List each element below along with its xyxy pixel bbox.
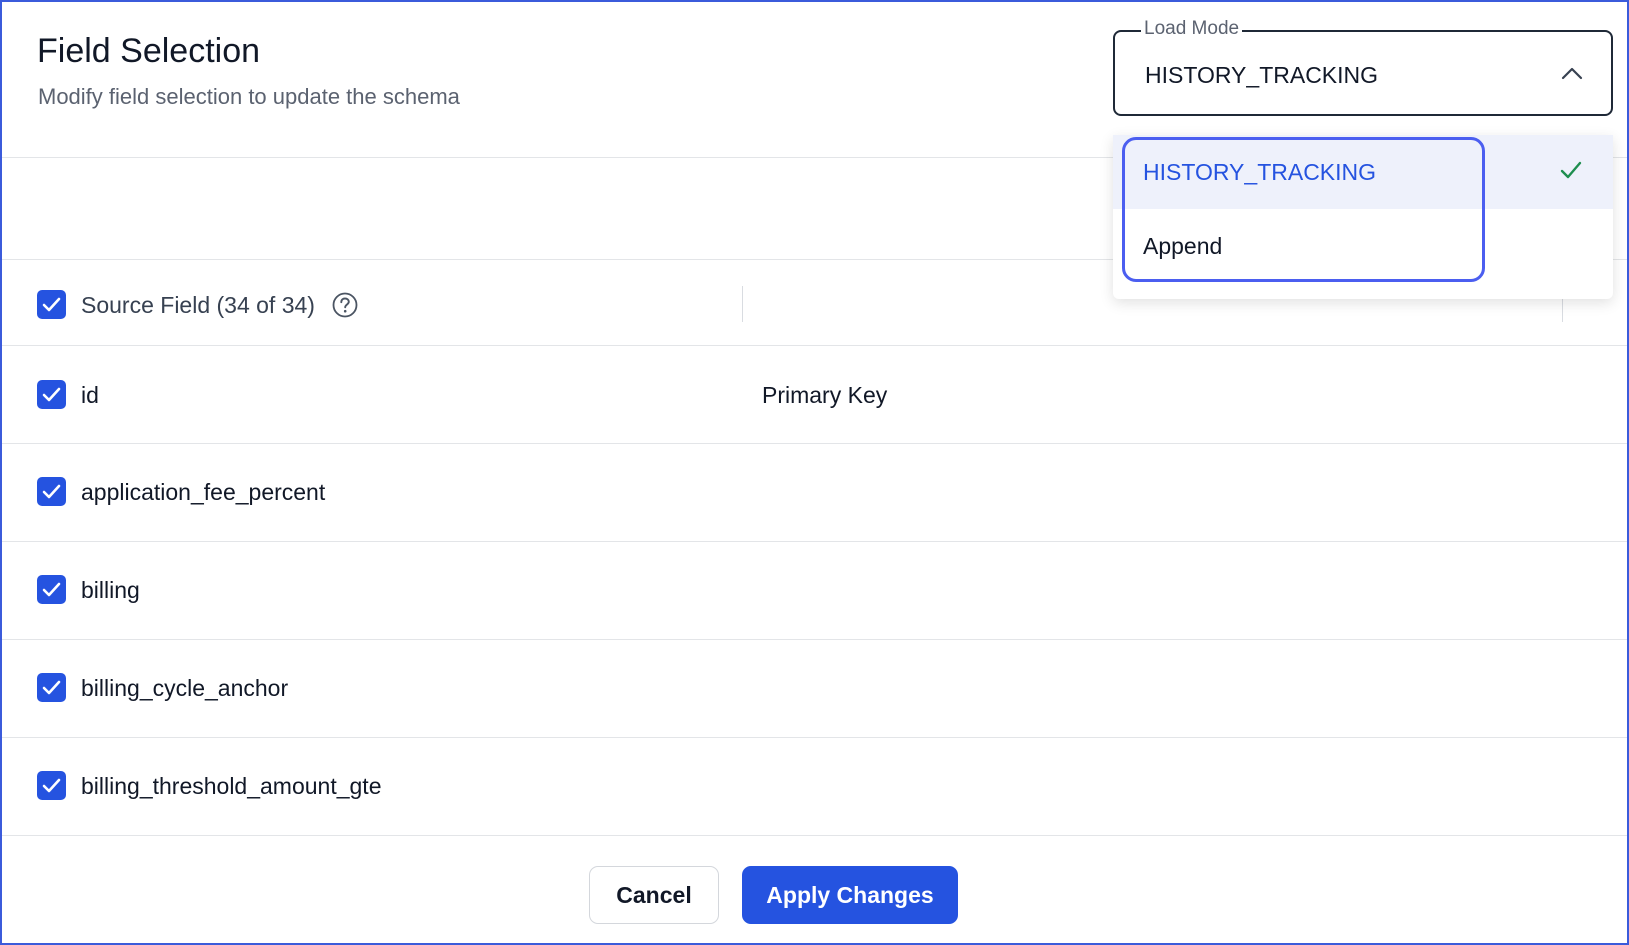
page-title: Field Selection xyxy=(37,32,261,70)
chevron-up-icon xyxy=(1561,67,1583,80)
checkmark-icon xyxy=(42,582,61,597)
table-row: billing xyxy=(2,542,1627,639)
table-row: id Primary Key xyxy=(2,346,1627,443)
row-checkbox[interactable] xyxy=(37,380,66,409)
cancel-button[interactable]: Cancel xyxy=(589,866,719,924)
source-field-header: Source Field (34 of 34) xyxy=(81,292,315,318)
field-selection-dialog: Field Selection Modify field selection t… xyxy=(0,0,1629,945)
field-name: id xyxy=(81,382,99,408)
row-checkbox[interactable] xyxy=(37,771,66,800)
check-icon xyxy=(1560,161,1582,179)
row-checkbox[interactable] xyxy=(37,575,66,604)
checkmark-icon xyxy=(42,297,61,312)
table-row: application_fee_percent xyxy=(2,444,1627,541)
load-mode-select[interactable]: Load Mode HISTORY_TRACKING xyxy=(1113,18,1613,116)
column-divider[interactable] xyxy=(742,286,743,322)
checkmark-icon xyxy=(42,778,61,793)
menu-option-label: HISTORY_TRACKING xyxy=(1143,159,1377,185)
load-mode-value: HISTORY_TRACKING xyxy=(1145,62,1379,88)
divider xyxy=(2,835,1627,836)
load-mode-label: Load Mode xyxy=(1141,18,1243,40)
field-name: billing xyxy=(81,577,140,603)
apply-changes-button[interactable]: Apply Changes xyxy=(742,866,958,924)
load-mode-menu: HISTORY_TRACKING Append xyxy=(1113,135,1613,299)
field-name: application_fee_percent xyxy=(81,479,326,505)
checkmark-icon xyxy=(42,387,61,402)
checkmark-icon xyxy=(42,680,61,695)
row-checkbox[interactable] xyxy=(37,673,66,702)
select-all-checkbox[interactable] xyxy=(37,290,66,319)
menu-option-label: Append xyxy=(1143,233,1223,259)
menu-option-history-tracking[interactable]: HISTORY_TRACKING xyxy=(1113,135,1613,209)
help-icon[interactable] xyxy=(332,292,358,318)
checkmark-icon xyxy=(42,484,61,499)
field-name: billing_cycle_anchor xyxy=(81,675,289,701)
page-subtitle: Modify field selection to update the sch… xyxy=(38,84,460,109)
key-type: Primary Key xyxy=(762,382,888,408)
row-checkbox[interactable] xyxy=(37,477,66,506)
table-row: billing_cycle_anchor xyxy=(2,640,1627,737)
field-name: billing_threshold_amount_gte xyxy=(81,773,382,799)
table-row: billing_threshold_amount_gte xyxy=(2,738,1627,835)
menu-option-append[interactable]: Append xyxy=(1113,209,1613,283)
